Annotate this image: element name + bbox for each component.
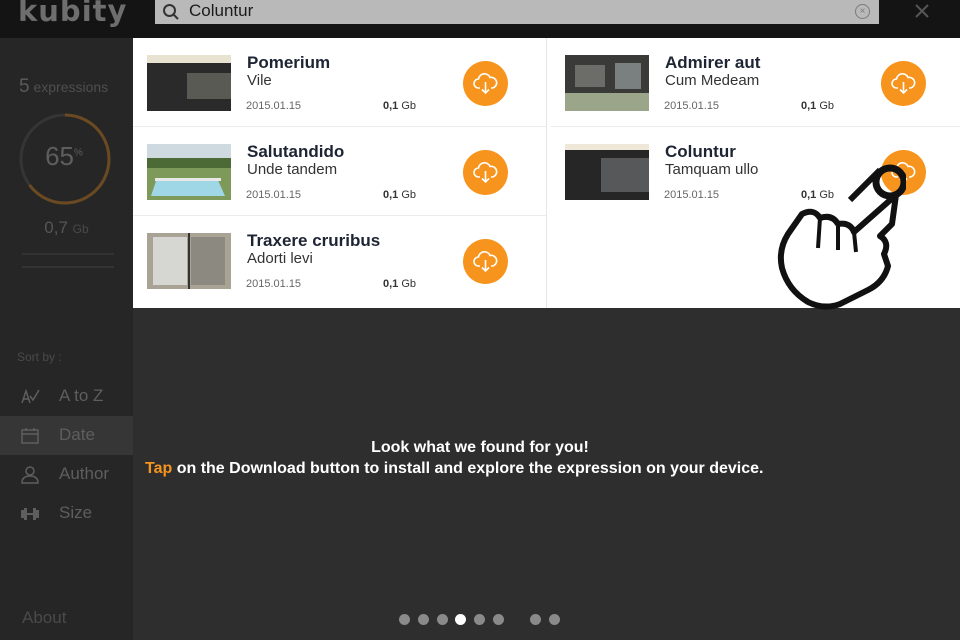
storage-caption-line	[22, 266, 114, 268]
pagination-dot[interactable]	[455, 614, 466, 625]
cloud-download-icon	[473, 162, 498, 184]
cloud-download-icon	[473, 251, 498, 273]
pagination-dot[interactable]	[437, 614, 448, 625]
result-thumbnail	[147, 233, 231, 289]
download-button[interactable]	[881, 61, 926, 106]
result-subtitle: Cum Medeam	[665, 72, 760, 89]
cloud-download-icon	[891, 73, 916, 95]
pagination-dot[interactable]	[530, 614, 541, 625]
tap-keyword: Tap	[145, 460, 173, 477]
result-date: 2015.01.15	[246, 100, 302, 112]
sidebar: 5 expressions 65% 0,7 Gb Sort by : A to …	[0, 38, 133, 640]
column-divider	[546, 38, 547, 308]
download-button[interactable]	[463, 150, 508, 195]
sort-alpha-icon	[20, 387, 40, 407]
result-date: 2015.01.15	[246, 189, 302, 201]
result-title: Pomerium	[247, 53, 331, 72]
result-date: 2015.01.15	[664, 189, 720, 201]
result-size: 0,1 Gb	[801, 100, 835, 112]
result-card[interactable]: Salutandido Unde tandem 2015.01.15 0,1 G…	[133, 127, 546, 216]
search-bar[interactable]: Coluntur ×	[155, 0, 879, 24]
pagination-dot[interactable]	[549, 614, 560, 625]
result-size: 0,1 Gb	[383, 278, 417, 290]
sort-by-label: Sort by :	[17, 350, 62, 364]
result-title: Traxere cruribus	[247, 231, 381, 250]
result-size: 0,1 Gb	[383, 100, 417, 112]
result-card[interactable]: Traxere cruribus Adorti levi 2015.01.15 …	[133, 216, 546, 305]
app-logo: kubity	[18, 0, 128, 28]
sort-item-label: A to Z	[59, 386, 104, 405]
result-date: 2015.01.15	[246, 278, 302, 290]
download-button[interactable]	[463, 239, 508, 284]
result-title: Admirer aut	[665, 53, 761, 72]
search-input[interactable]: Coluntur	[189, 1, 253, 21]
sort-item-label: Author	[59, 464, 110, 483]
result-card[interactable]: Pomerium Vile 2015.01.15 0,1 Gb	[133, 38, 546, 127]
sort-item-a-to-z[interactable]: A to Z	[0, 377, 133, 416]
result-thumbnail	[565, 55, 649, 111]
result-subtitle: Tamquam ullo	[665, 161, 759, 178]
sort-item-author[interactable]: Author	[0, 455, 133, 494]
result-date: 2015.01.15	[664, 100, 720, 112]
close-icon[interactable]	[908, 0, 936, 24]
result-title: Coluntur	[665, 142, 736, 161]
sort-item-size[interactable]: Size	[0, 494, 133, 533]
storage-caption-line	[22, 253, 114, 255]
expressions-count: 5 expressions	[19, 76, 109, 97]
result-title: Salutandido	[247, 142, 345, 161]
result-size: 0,1 Gb	[383, 189, 417, 201]
top-bar: kubity Coluntur ×	[0, 0, 960, 38]
storage-size: 0,7 Gb	[44, 218, 89, 237]
result-card[interactable]: Admirer aut Cum Medeam 2015.01.15 0,1 Gb	[551, 38, 960, 127]
about-link[interactable]: About	[22, 608, 66, 628]
result-thumbnail	[565, 144, 649, 200]
result-thumbnail	[147, 55, 231, 111]
storage-percent: 65%	[45, 141, 83, 171]
person-icon	[20, 465, 40, 485]
pagination-dot[interactable]	[399, 614, 410, 625]
result-subtitle: Adorti levi	[247, 250, 313, 267]
tap-hand-icon	[776, 150, 908, 315]
result-subtitle: Vile	[247, 72, 272, 89]
clear-search-icon[interactable]: ×	[855, 4, 870, 19]
result-thumbnail	[147, 144, 231, 200]
search-icon	[162, 3, 180, 26]
download-button[interactable]	[463, 61, 508, 106]
cloud-download-icon	[473, 73, 498, 95]
pagination-dot[interactable]	[493, 614, 504, 625]
tutorial-instruction: Tap on the Download button to install an…	[145, 460, 764, 477]
dumbbell-icon	[20, 504, 40, 524]
tutorial-heading: Look what we found for you!	[371, 439, 589, 456]
pagination-dot[interactable]	[474, 614, 485, 625]
sort-item-label: Size	[59, 503, 93, 522]
pagination-dot[interactable]	[418, 614, 429, 625]
result-subtitle: Unde tandem	[247, 161, 338, 178]
